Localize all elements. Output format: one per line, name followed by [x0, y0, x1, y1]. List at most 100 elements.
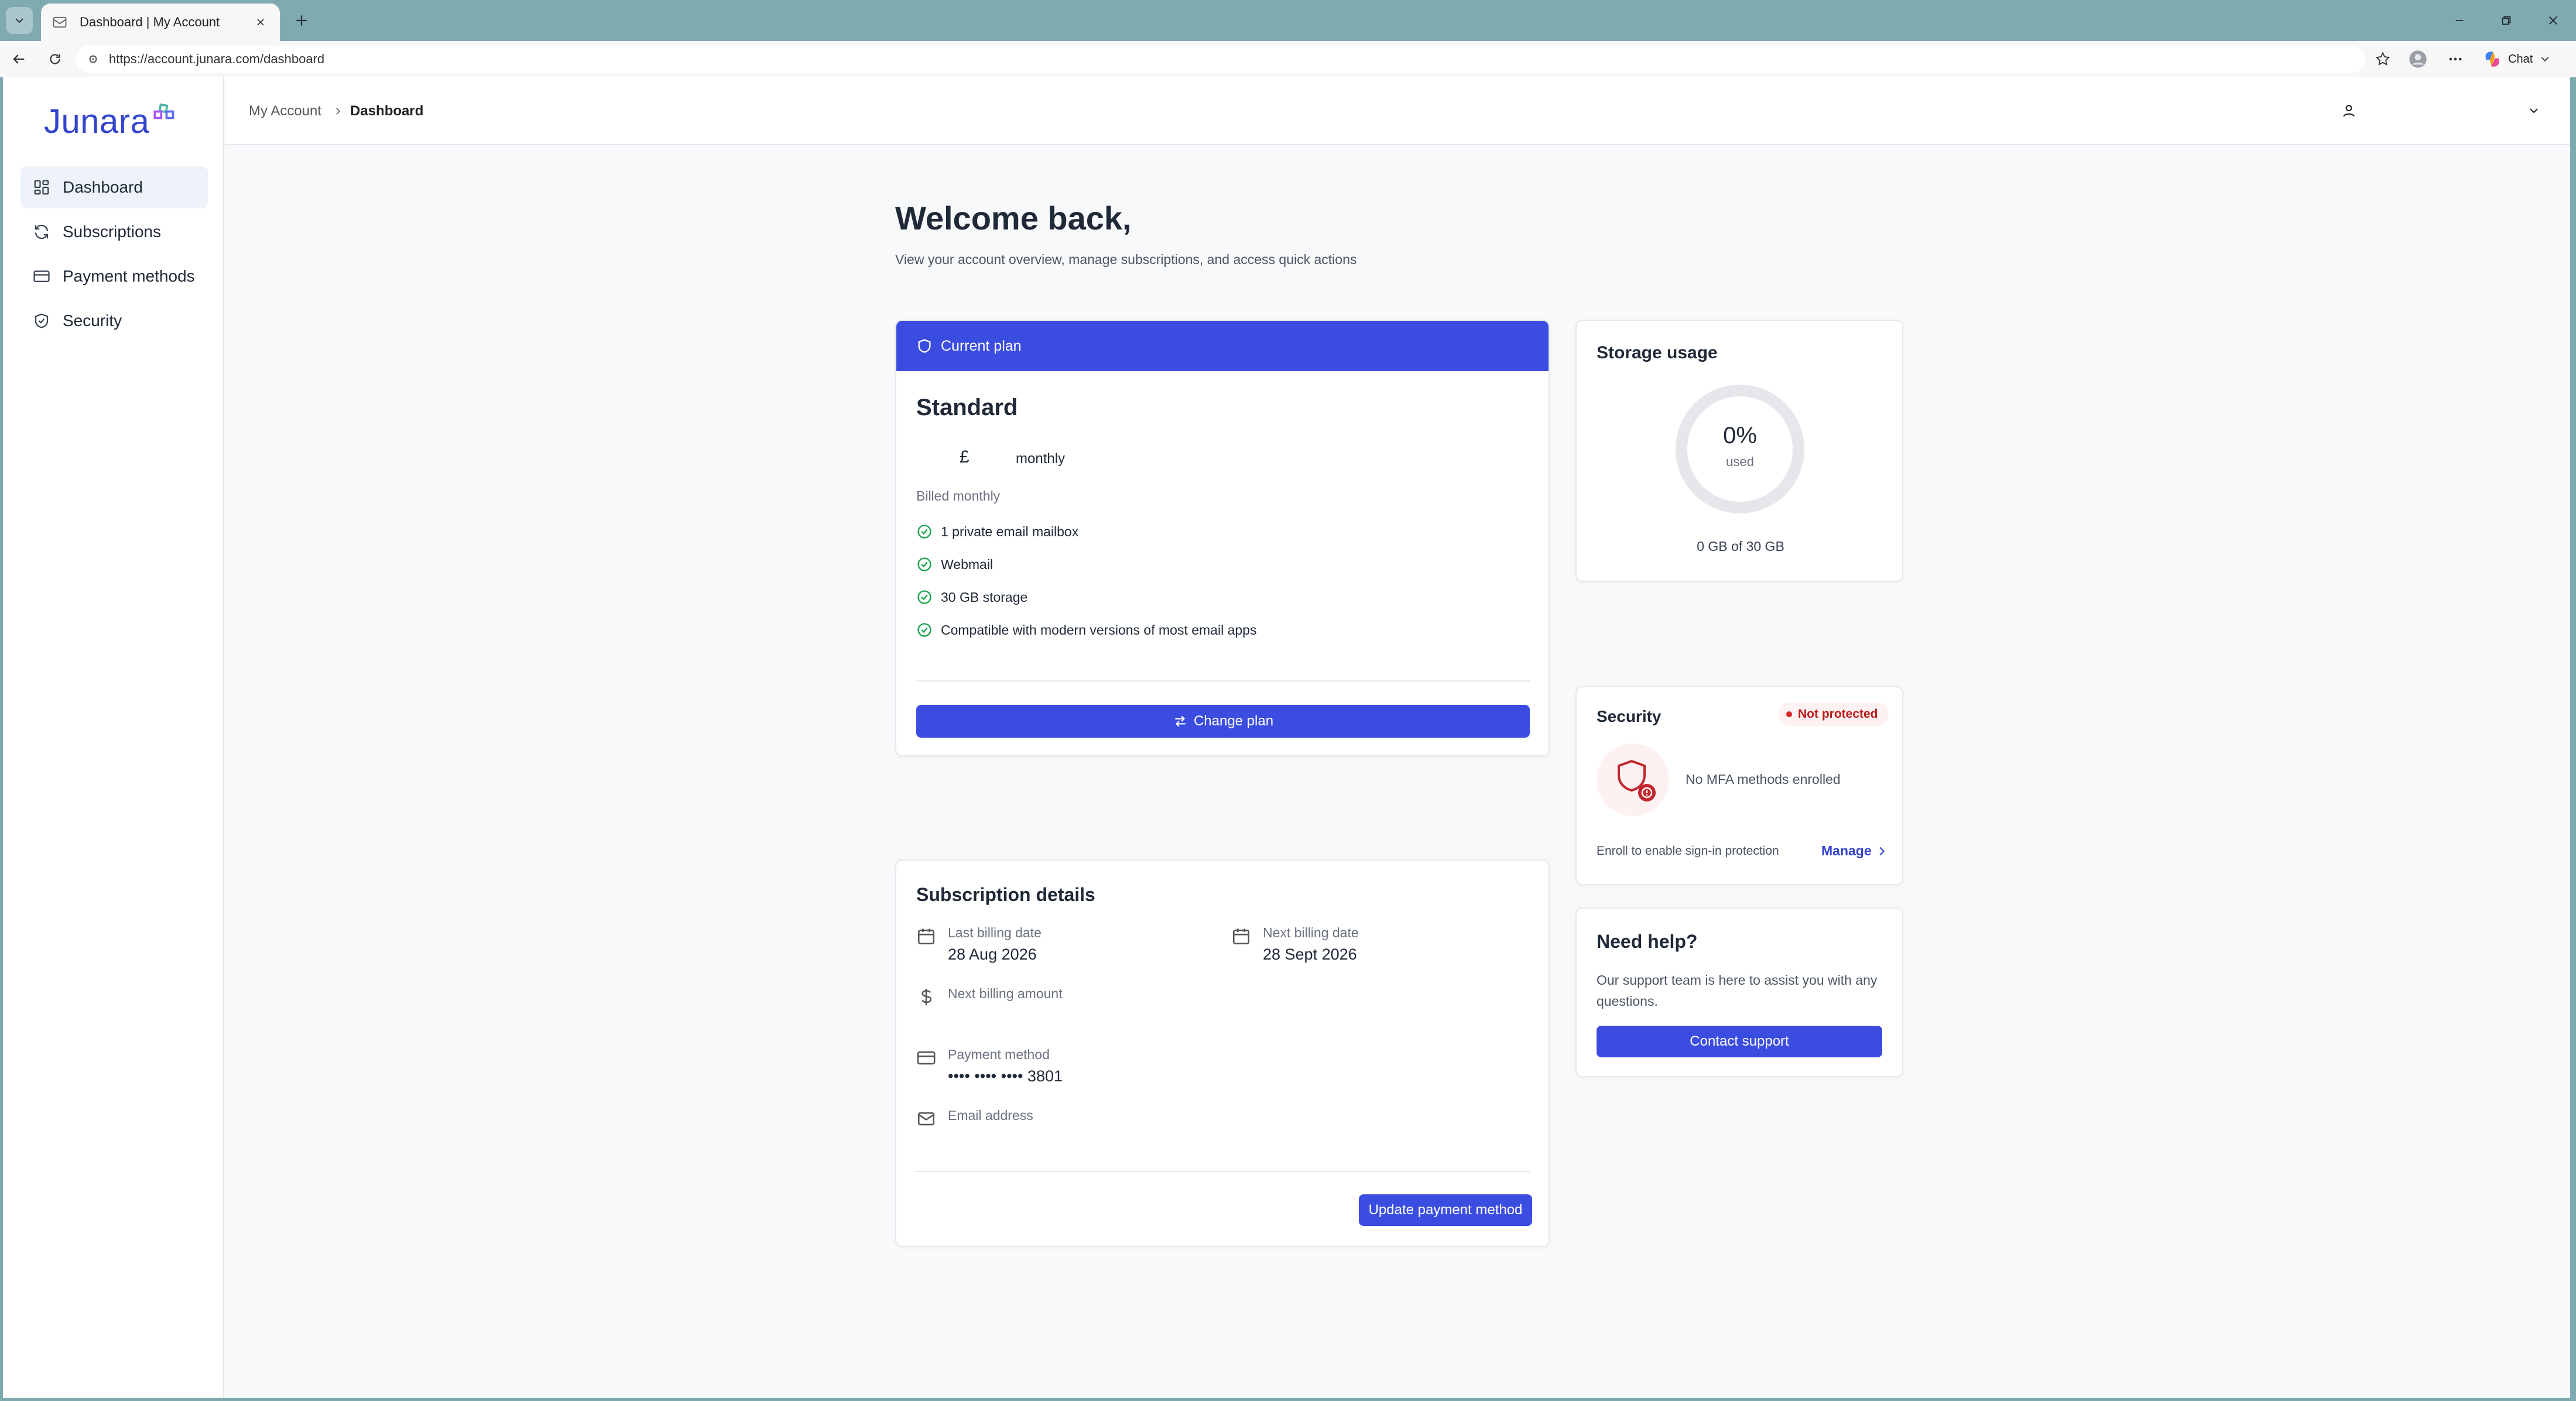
menu-button[interactable] — [2443, 46, 2468, 72]
email-address-label: Email address — [948, 1108, 1033, 1123]
plan-feature-label: 30 GB storage — [941, 589, 1028, 605]
next-amount-label: Next billing amount — [948, 986, 1063, 1001]
manage-link-label: Manage — [1821, 843, 1872, 858]
status-badge-label: Not protected — [1798, 707, 1878, 721]
back-button[interactable] — [6, 46, 32, 72]
close-icon — [2548, 16, 2558, 25]
close-window-button[interactable] — [2541, 8, 2565, 33]
chat-label: Chat — [2508, 52, 2533, 66]
plan-feature-label: 1 private email mailbox — [941, 523, 1079, 539]
change-plan-button[interactable]: Change plan — [916, 705, 1530, 738]
logo-text: Junara — [44, 102, 150, 141]
storage-title: Storage usage — [1597, 343, 1718, 362]
new-tab-button[interactable] — [289, 8, 314, 33]
browser-tab-bar: Dashboard | My Account — [0, 0, 2576, 41]
bookmark-star-button[interactable] — [2370, 46, 2396, 72]
last-billing-value: 28 Aug 2026 — [948, 946, 1037, 963]
current-plan-card: Current plan Standard £ monthly Billed m… — [895, 320, 1550, 756]
user-menu-chevron-icon[interactable] — [2525, 102, 2543, 119]
profile-button[interactable] — [2405, 46, 2431, 72]
sidebar-item-label: Dashboard — [63, 178, 143, 196]
user-icon[interactable] — [2339, 101, 2359, 121]
refresh-icon — [32, 222, 51, 241]
change-plan-label: Change plan — [1193, 713, 1274, 729]
chat-button[interactable]: Chat — [2482, 46, 2551, 72]
breadcrumb-my-account[interactable]: My Account — [249, 103, 321, 119]
plan-card-header: Current plan — [896, 321, 1549, 371]
browser-tab[interactable]: Dashboard | My Account — [41, 4, 280, 41]
sidebar-item-dashboard[interactable]: Dashboard — [20, 166, 208, 208]
payment-method-label: Payment method — [948, 1047, 1050, 1062]
plan-feature: Compatible with modern versions of most … — [916, 619, 1256, 640]
dashboard-icon — [32, 178, 51, 197]
more-horizontal-icon — [2449, 57, 2462, 61]
status-dot — [1786, 711, 1792, 717]
plan-feature: 30 GB storage — [916, 587, 1027, 608]
subscription-divider — [916, 1171, 1530, 1172]
subscription-details-card: Subscription details Last billing date 2… — [895, 859, 1550, 1247]
plan-divider — [916, 680, 1530, 681]
restore-icon — [2502, 16, 2511, 25]
page-subtitle: View your account overview, manage subsc… — [895, 252, 1357, 267]
sidebar: Junara Dashboard Subscriptions Payment m… — [3, 77, 224, 1398]
sidebar-item-security[interactable]: Security — [20, 300, 208, 342]
payment-method-value: •••• •••• •••• 3801 — [948, 1067, 1063, 1085]
top-bar: My Account Dashboard — [225, 77, 2570, 145]
breadcrumb-current: Dashboard — [350, 103, 424, 119]
sidebar-item-payment-methods[interactable]: Payment methods — [20, 255, 208, 297]
minimize-icon — [2455, 20, 2464, 21]
calendar-icon — [1232, 929, 1250, 945]
storage-percent: 0% — [1723, 423, 1757, 448]
price-currency: £ — [960, 447, 970, 467]
logo-mark-icon — [153, 103, 174, 119]
payment-method: Payment method •••• •••• •••• 3801 — [916, 1047, 1063, 1085]
mfa-status-text: No MFA methods enrolled — [1686, 772, 1841, 787]
site-info-icon[interactable] — [85, 52, 101, 67]
browser-toolbar: https://account.junara.com/dashboard Cha… — [0, 41, 2576, 77]
security-title: Security — [1597, 707, 1662, 725]
minimize-button[interactable] — [2447, 8, 2472, 33]
dollar-icon — [922, 988, 932, 1006]
page-favicon-icon — [53, 16, 67, 28]
swap-arrows-icon — [1175, 715, 1186, 727]
credit-card-icon — [32, 267, 51, 286]
manage-security-link[interactable]: Manage — [1821, 843, 1888, 859]
subscription-details-title: Subscription details — [916, 884, 1095, 905]
plan-feature-label: Compatible with modern versions of most … — [941, 622, 1257, 638]
reload-button[interactable] — [42, 46, 68, 72]
help-card: Need help? Our support team is here to a… — [1575, 907, 1903, 1077]
address-bar[interactable]: https://account.junara.com/dashboard — [76, 46, 2365, 73]
tab-title: Dashboard | My Account — [80, 15, 220, 29]
chevron-right-icon — [331, 103, 345, 119]
chevron-down-icon — [2541, 57, 2549, 62]
sidebar-item-label: Payment methods — [63, 267, 195, 285]
reload-icon — [50, 54, 60, 64]
last-billing-date: Last billing date 28 Aug 2026 — [916, 925, 1042, 964]
sidebar-item-label: Subscriptions — [63, 222, 162, 241]
tab-list-button[interactable] — [6, 7, 33, 34]
plan-name: Standard — [916, 395, 1018, 420]
sidebar-item-subscriptions[interactable]: Subscriptions — [20, 211, 208, 253]
update-payment-method-button[interactable]: Update payment method — [1359, 1194, 1532, 1226]
next-billing-value: 28 Sept 2026 — [1263, 946, 1357, 963]
plan-feature: 1 private email mailbox — [916, 521, 1078, 542]
credit-card-icon — [917, 1051, 936, 1065]
calendar-icon — [917, 929, 935, 945]
tab-close-icon[interactable] — [252, 13, 269, 31]
security-card: Security Not protected No MFA methods en… — [1575, 686, 1903, 885]
check-circle-icon — [917, 557, 931, 571]
brand-logo[interactable]: Junara — [44, 102, 176, 141]
help-text: Our support team is here to assist you w… — [1597, 972, 1878, 1009]
storage-caption: 0 GB of 30 GB — [1697, 539, 1784, 554]
chevron-down-icon — [15, 18, 23, 23]
plan-header-label: Current plan — [941, 337, 1022, 354]
contact-support-button[interactable]: Contact support — [1597, 1026, 1882, 1057]
next-billing-amount: Next billing amount — [916, 986, 1063, 1007]
profile-avatar-icon — [2409, 50, 2427, 68]
plus-icon — [296, 15, 307, 26]
copilot-icon — [2485, 52, 2499, 67]
next-billing-date: Next billing date 28 Sept 2026 — [1231, 925, 1359, 964]
chevron-right-icon — [1879, 847, 1885, 855]
restore-button[interactable] — [2494, 8, 2519, 33]
page-title: Welcome back, — [895, 200, 1132, 237]
